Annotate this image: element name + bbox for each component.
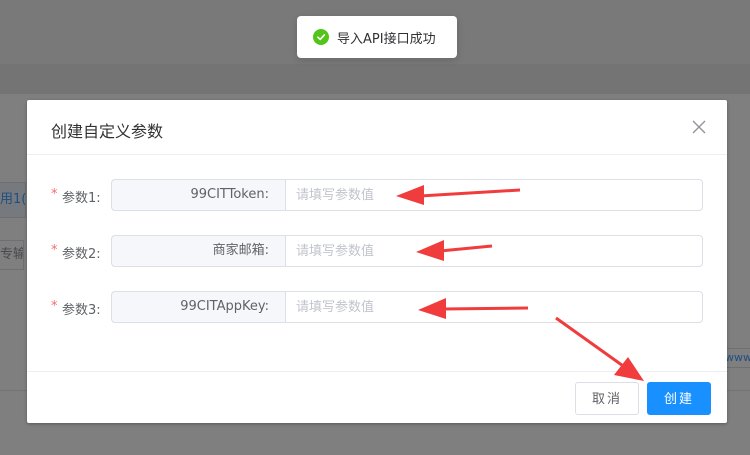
param-key: 商家邮箱:: [111, 235, 285, 267]
cancel-button[interactable]: 取消: [575, 382, 639, 415]
required-mark: *: [51, 299, 58, 314]
create-button[interactable]: 创建: [647, 382, 711, 415]
param-row-1: * 参数1: 99CITToken:: [27, 179, 727, 211]
param-value-input[interactable]: [285, 179, 703, 211]
param-row-3: * 参数3: 99CITAppKey:: [27, 291, 727, 323]
dialog-header: 创建自定义参数: [27, 100, 727, 155]
dialog-title: 创建自定义参数: [51, 122, 164, 141]
param-label: 参数1:: [62, 191, 101, 206]
param-value-input[interactable]: [285, 235, 703, 267]
param-value-input[interactable]: [285, 291, 703, 323]
param-key: 99CITAppKey:: [111, 291, 285, 323]
close-icon[interactable]: [691, 119, 707, 135]
param-row-2: * 参数2: 商家邮箱:: [27, 235, 727, 267]
dialog-body: * 参数1: 99CITToken: * 参数2: 商家邮箱: * 参数3: 9…: [27, 155, 727, 371]
create-custom-param-dialog: 创建自定义参数 * 参数1: 99CITToken: * 参数2: 商家邮箱: …: [27, 100, 727, 423]
param-label: 参数2:: [62, 247, 101, 262]
dialog-footer: 取消 创建: [27, 371, 727, 423]
required-mark: *: [51, 243, 58, 258]
success-toast: 导入API接口成功: [297, 16, 457, 58]
toast-message: 导入API接口成功: [337, 31, 436, 47]
param-label: 参数3:: [62, 303, 101, 318]
param-key: 99CITToken:: [111, 179, 285, 211]
success-check-icon: [313, 29, 329, 45]
required-mark: *: [51, 187, 58, 202]
